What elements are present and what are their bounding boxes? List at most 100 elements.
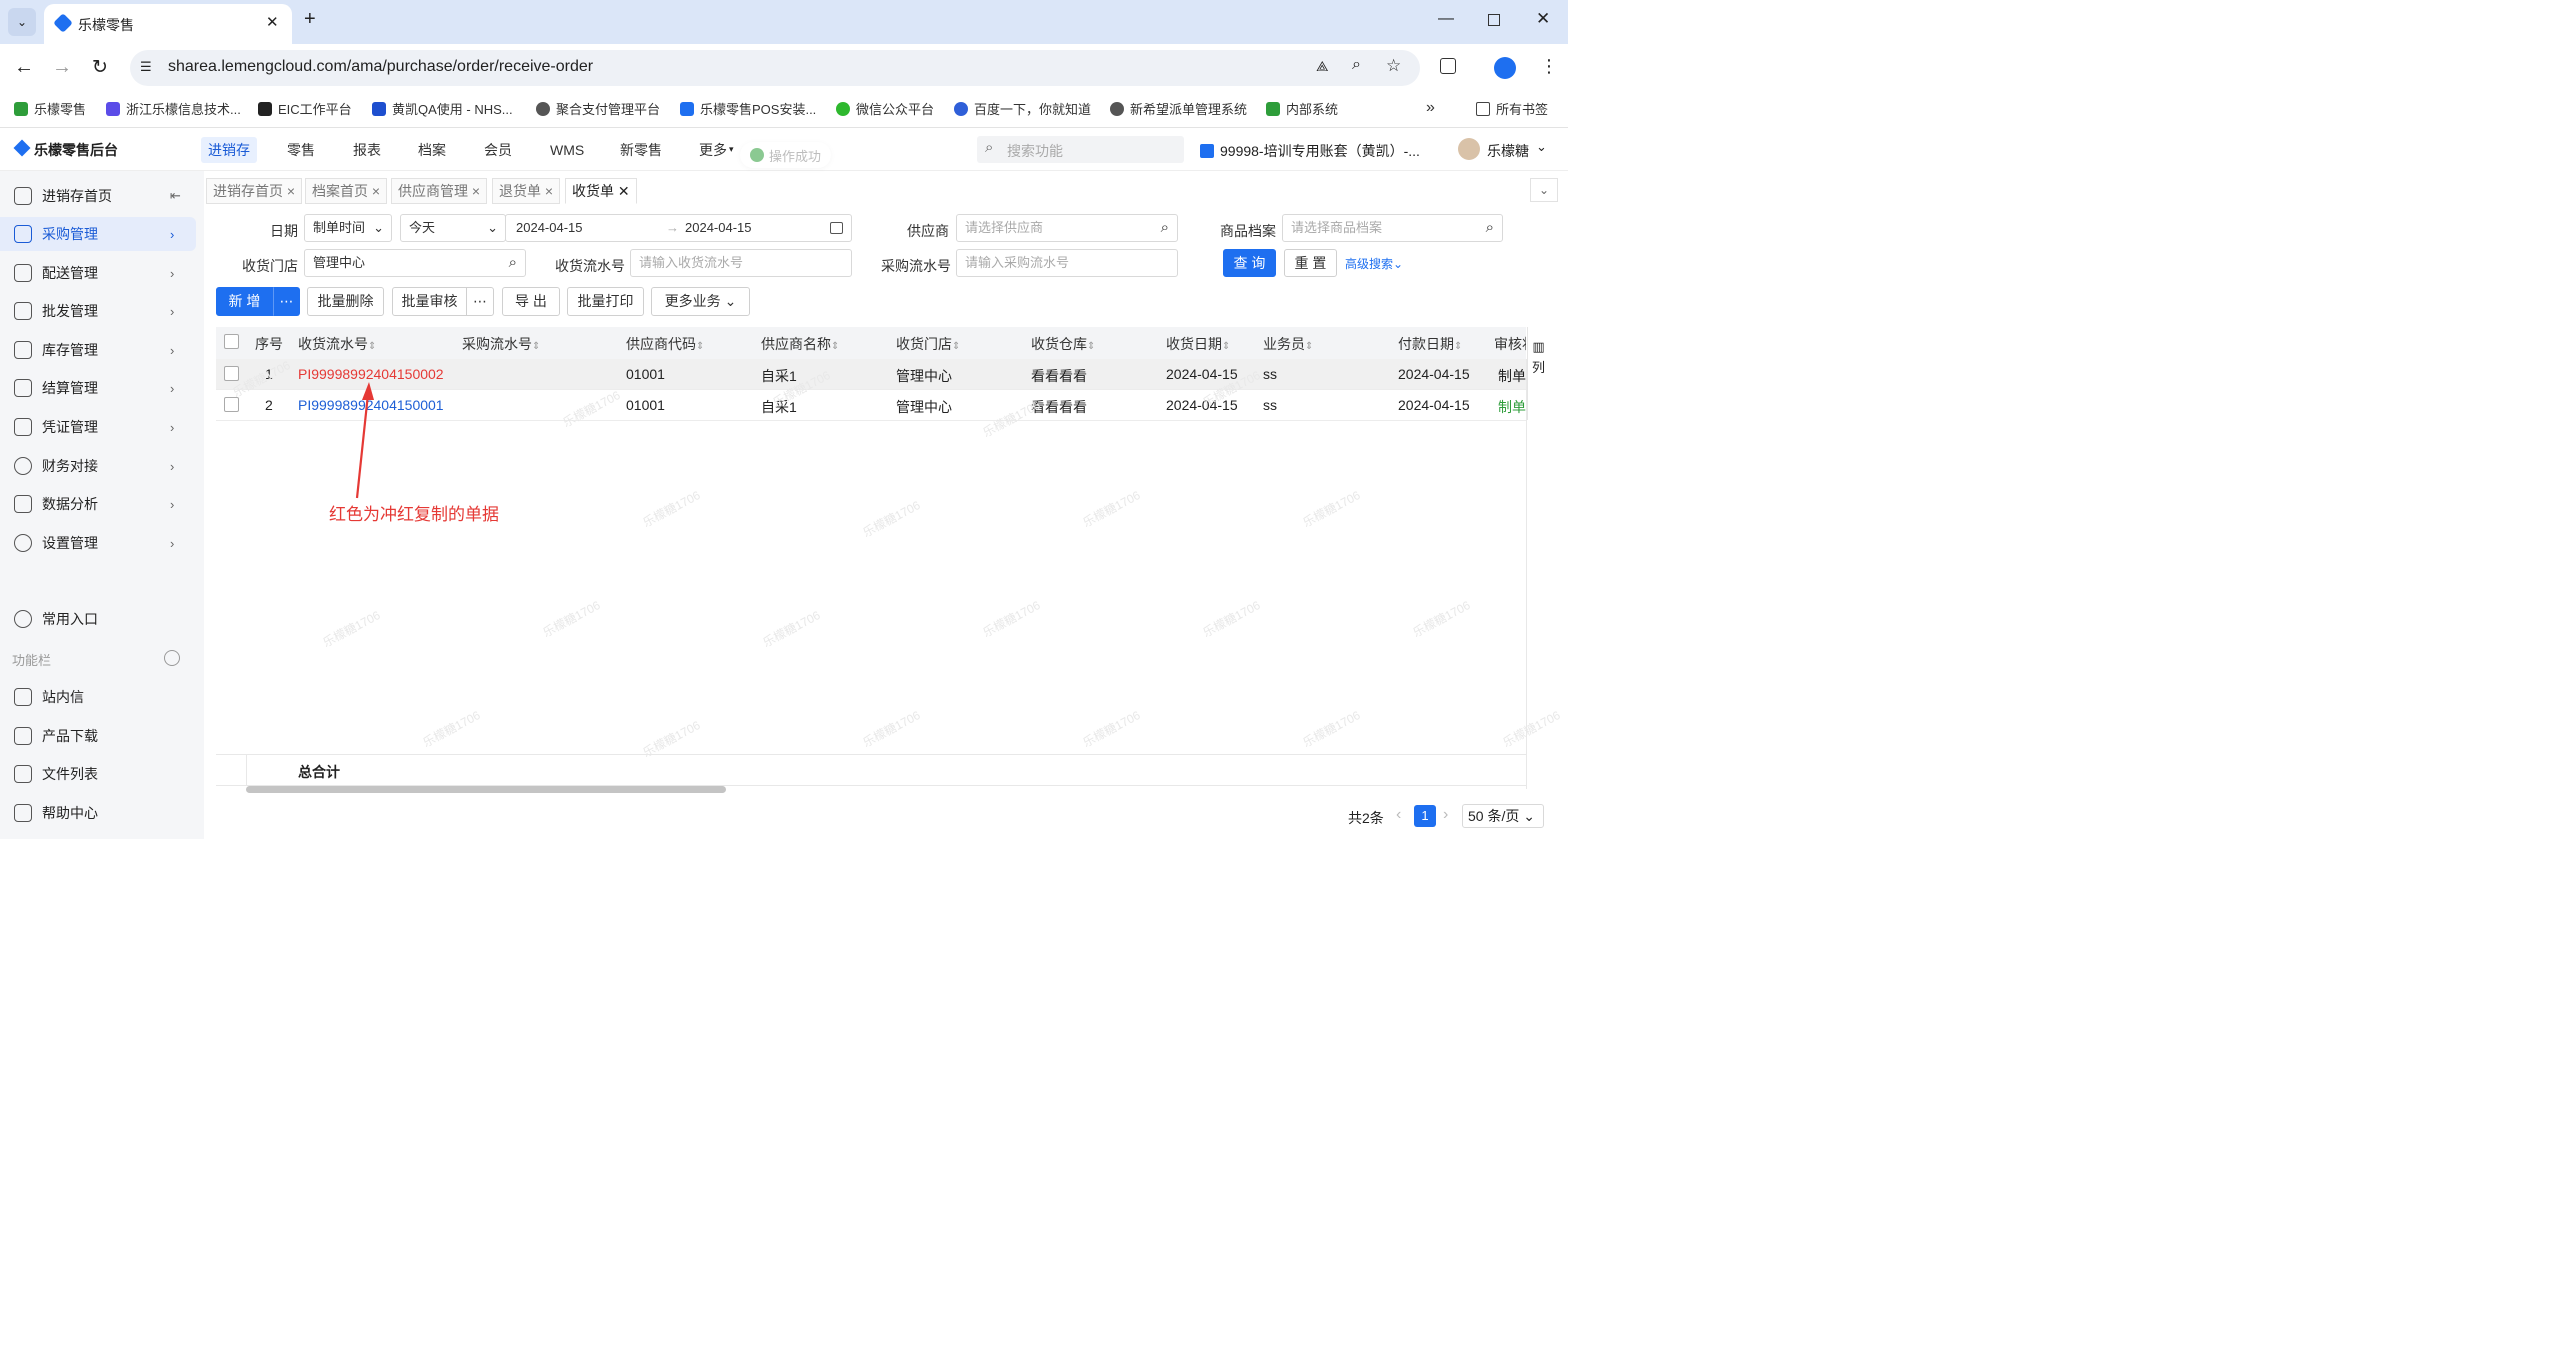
nav-reports[interactable]: 报表 — [346, 137, 388, 163]
zoom-icon[interactable]: ⌕ — [1352, 56, 1361, 74]
headset-icon[interactable] — [164, 650, 180, 666]
tabs-dropdown-icon[interactable]: ⌄ — [1530, 178, 1558, 202]
sort-icon[interactable]: ⇕ — [1222, 341, 1230, 352]
select-all-checkbox[interactable] — [224, 334, 239, 349]
col-sup-name[interactable]: 供应商名称⇕ — [761, 334, 839, 354]
bookmark-item[interactable]: 百度一下，你就知道 — [954, 99, 1091, 118]
browser-tab[interactable]: 乐檬零售 ✕ — [44, 4, 292, 44]
col-pay-date[interactable]: 付款日期⇕ — [1398, 334, 1462, 354]
col-warehouse[interactable]: 收货仓库⇕ — [1031, 334, 1095, 354]
sort-icon[interactable]: ⇕ — [831, 341, 839, 352]
advanced-search-link[interactable]: 高级搜索⌄ — [1345, 255, 1403, 272]
query-button[interactable]: 查 询 — [1223, 249, 1276, 277]
sidebar-item-analytics[interactable]: 数据分析 › — [0, 487, 196, 521]
col-po-no[interactable]: 采购流水号⇕ — [462, 334, 540, 354]
new-tab-button[interactable]: + — [304, 8, 316, 31]
sidebar-item-messages[interactable]: 站内信 — [0, 680, 196, 714]
column-settings-button[interactable]: ▥ 列 — [1527, 327, 1549, 420]
search-icon[interactable]: ⌕ — [1486, 215, 1494, 241]
sidebar-item-wholesale[interactable]: 批发管理 › — [0, 294, 196, 328]
sidebar-item-voucher[interactable]: 凭证管理 › — [0, 410, 196, 444]
bookmark-item[interactable]: 内部系统 — [1266, 99, 1338, 118]
sidebar-item-settlement[interactable]: 结算管理 › — [0, 371, 196, 405]
sort-icon[interactable]: ⇕ — [368, 341, 376, 352]
row-checkbox[interactable] — [224, 397, 239, 412]
page-size-select[interactable]: 50 条/页 ⌄ — [1462, 804, 1544, 828]
tab-close-icon[interactable]: ✕ — [266, 13, 279, 31]
bookmark-item[interactable]: EIC工作平台 — [258, 99, 352, 118]
nav-retail[interactable]: 零售 — [280, 137, 322, 163]
close-icon[interactable]: × — [545, 183, 553, 199]
browser-menu-icon[interactable]: ⋮ — [1540, 56, 1558, 77]
collapse-sidebar-icon[interactable]: ⇤ — [170, 188, 181, 204]
nav-archive[interactable]: 档案 — [411, 137, 453, 163]
sidebar-item-inventory-home[interactable]: 进销存首页 ⇤ — [0, 179, 196, 213]
date-range-picker[interactable]: 2024-04-15 → 2024-04-15 — [505, 214, 852, 242]
function-search[interactable]: ⌕ 搜索功能 — [977, 136, 1184, 163]
back-icon[interactable]: ← — [14, 56, 34, 79]
reset-button[interactable]: 重 置 — [1284, 249, 1337, 277]
calendar-icon[interactable] — [830, 222, 843, 234]
minimize-button[interactable]: — — [1438, 10, 1454, 28]
sidebar-item-help[interactable]: 帮助中心 — [0, 796, 196, 830]
star-icon[interactable]: ☆ — [1386, 56, 1401, 76]
bookmark-item[interactable]: 黄凯QA使用 - NHS... — [372, 99, 513, 118]
pager-prev-icon[interactable]: ‹ — [1396, 806, 1401, 824]
supplier-input[interactable]: 请选择供应商 ⌕ — [956, 214, 1178, 242]
horizontal-scrollbar[interactable] — [246, 786, 726, 793]
restore-button[interactable] — [1488, 14, 1500, 26]
more-business-button[interactable]: 更多业务 ⌄ — [651, 287, 750, 316]
sidebar-common-entry[interactable]: 常用入口 — [0, 602, 196, 636]
sidebar-item-settings[interactable]: 设置管理 › — [0, 526, 196, 560]
nav-member[interactable]: 会员 — [477, 137, 519, 163]
col-sup-code[interactable]: 供应商代码⇕ — [626, 334, 704, 354]
forward-icon[interactable]: → — [52, 56, 72, 79]
all-bookmarks[interactable]: 所有书签 — [1476, 99, 1548, 118]
col-date[interactable]: 收货日期⇕ — [1166, 334, 1230, 354]
sort-icon[interactable]: ⇕ — [1454, 341, 1462, 352]
search-icon[interactable]: ⌕ — [509, 250, 517, 276]
recv-no-input[interactable]: 请输入收货流水号 — [630, 249, 852, 277]
bookmark-item[interactable]: 乐檬零售 — [14, 99, 86, 118]
page-tab-supplier[interactable]: 供应商管理 × — [391, 178, 488, 204]
col-clerk[interactable]: 业务员⇕ — [1263, 334, 1313, 354]
user-name[interactable]: 乐檬糖 — [1487, 141, 1529, 161]
search-icon[interactable]: ⌕ — [1161, 215, 1169, 241]
batch-approve-button[interactable]: 批量审核 — [392, 287, 467, 316]
page-tab-receive[interactable]: 收货单 ✕ — [565, 178, 637, 204]
date-type-select[interactable]: 制单时间 ⌄ — [304, 214, 392, 242]
sidebar-item-finance[interactable]: 财务对接 › — [0, 449, 196, 483]
date-range-select[interactable]: 今天 ⌄ — [400, 214, 506, 242]
sidebar-item-stock[interactable]: 库存管理 › — [0, 333, 196, 367]
close-icon[interactable]: × — [472, 183, 480, 199]
profile-avatar[interactable] — [1494, 57, 1516, 79]
pager-next-icon[interactable]: › — [1443, 806, 1448, 824]
extensions-icon[interactable] — [1440, 58, 1456, 74]
close-icon[interactable]: × — [287, 183, 295, 199]
batch-delete-button[interactable]: 批量删除 — [307, 287, 384, 316]
more-bookmarks-icon[interactable]: » — [1426, 99, 1435, 117]
pager-current-page[interactable]: 1 — [1414, 805, 1436, 827]
bookmark-item[interactable]: 新希望派单管理系统 — [1110, 99, 1247, 118]
row-checkbox[interactable] — [224, 366, 239, 381]
close-icon[interactable]: ✕ — [618, 183, 630, 199]
page-tab-return[interactable]: 退货单 × — [492, 178, 561, 204]
tab-list-button[interactable]: ⌄ — [8, 8, 36, 36]
nav-more[interactable]: 更多 — [692, 137, 734, 163]
translate-icon[interactable]: ⟁ — [1316, 58, 1329, 75]
col-recv-no[interactable]: 收货流水号⇕ — [298, 334, 376, 354]
nav-new-retail[interactable]: 新零售 — [613, 137, 669, 163]
sort-icon[interactable]: ⇕ — [952, 341, 960, 352]
nav-wms[interactable]: WMS — [543, 137, 591, 163]
po-no-input[interactable]: 请输入采购流水号 — [956, 249, 1178, 277]
url-field[interactable]: ☰ sharea.lemengcloud.com/ama/purchase/or… — [130, 50, 1420, 86]
bookmark-item[interactable]: 浙江乐檬信息技术... — [106, 99, 241, 118]
close-icon[interactable]: × — [372, 183, 380, 199]
batch-print-button[interactable]: 批量打印 — [567, 287, 644, 316]
site-info-icon[interactable]: ☰ — [140, 59, 152, 75]
batch-approve-more-button[interactable]: ⋯ — [466, 287, 494, 316]
user-menu-chevron-icon[interactable]: ⌄ — [1536, 139, 1547, 155]
sidebar-item-files[interactable]: 文件列表 — [0, 757, 196, 791]
date-to[interactable]: 2024-04-15 — [685, 215, 752, 241]
store-input[interactable]: 管理中心 ⌕ — [304, 249, 526, 277]
